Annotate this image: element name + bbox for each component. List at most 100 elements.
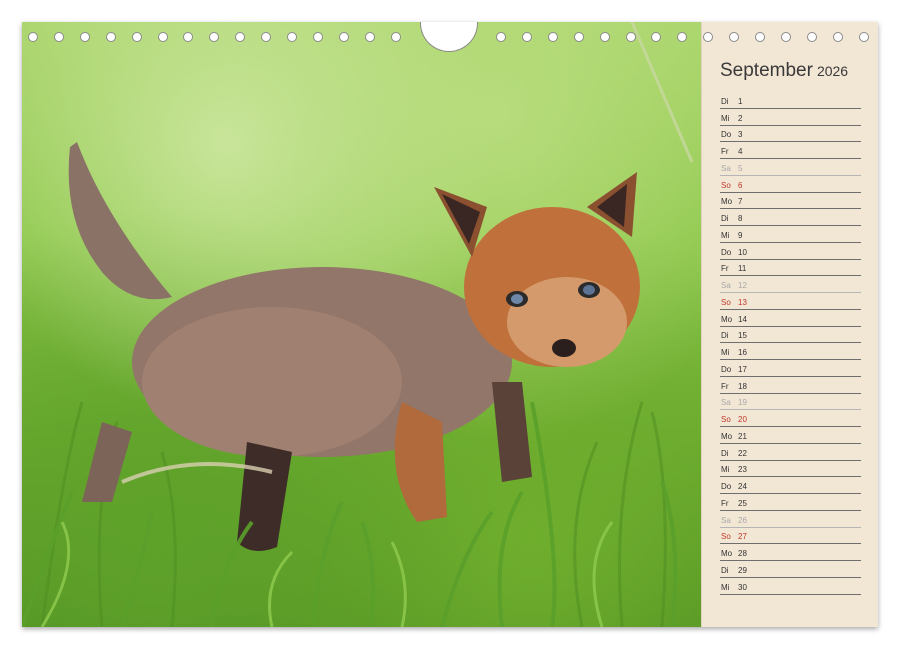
day-number: 29 — [738, 565, 747, 575]
binding-hole — [573, 32, 584, 42]
day-number: 30 — [738, 582, 747, 592]
day-number: 4 — [738, 147, 743, 156]
day-number: 25 — [738, 498, 747, 508]
day-number: 11 — [738, 264, 747, 274]
day-row: Mi 9 — [720, 226, 861, 243]
day-row: Di 22 — [720, 444, 861, 461]
binding-hole — [53, 32, 64, 42]
day-number: 27 — [738, 532, 747, 542]
wire-binding — [22, 22, 878, 52]
weekday-label: So — [721, 180, 731, 190]
binding-hole — [338, 32, 349, 42]
day-number: 13 — [738, 297, 747, 307]
day-row: So 13 — [720, 293, 861, 310]
day-row: Sa 5 — [720, 159, 861, 176]
day-number: 6 — [738, 180, 743, 190]
day-row: Mo 28 — [720, 544, 861, 561]
month-sidebar: September 2026 Di 1 Mi 2 Do 3 Fr 4 Sa 5 So 6 Mo 7 Di 8 Mi… — [701, 22, 878, 627]
binding-hole — [729, 32, 740, 42]
weekday-label: Do — [721, 247, 732, 257]
weekday-label: So — [721, 532, 731, 542]
weekday-label: Mo — [721, 197, 733, 207]
day-row: Mi 16 — [720, 343, 861, 360]
weekday-label: Di — [721, 448, 729, 458]
weekday-label: Mo — [721, 431, 733, 441]
day-row: Mo 14 — [720, 310, 861, 327]
day-number: 1 — [738, 96, 743, 106]
day-number: 24 — [738, 482, 747, 491]
weekday-label: Do — [721, 482, 732, 491]
weekday-label: Fr — [721, 147, 729, 156]
binding-hole — [209, 32, 220, 42]
day-row: So 27 — [720, 528, 861, 545]
day-row: Di 29 — [720, 561, 861, 578]
day-number: 26 — [738, 515, 747, 525]
binding-hole — [183, 32, 194, 42]
binding-hole — [131, 32, 142, 42]
day-number: 17 — [738, 364, 747, 374]
day-number: 23 — [738, 465, 747, 475]
weekday-label: Sa — [721, 281, 731, 290]
day-number: 16 — [738, 348, 747, 357]
weekday-label: Fr — [721, 264, 729, 274]
weekday-label: So — [721, 297, 731, 307]
calendar-page: September 2026 Di 1 Mi 2 Do 3 Fr 4 Sa 5 So 6 Mo 7 Di 8 Mi… — [22, 22, 878, 627]
binding-hole — [235, 32, 246, 42]
weekday-label: Mi — [721, 348, 730, 357]
binding-hole — [287, 32, 297, 42]
weekday-label: Sa — [721, 163, 731, 173]
day-row: Do 17 — [720, 360, 861, 377]
binding-hole — [157, 32, 168, 42]
day-row: Do 3 — [720, 126, 861, 143]
day-number: 5 — [738, 163, 743, 173]
binding-hole — [625, 32, 636, 42]
binding-hole — [496, 32, 506, 42]
month-name: September — [720, 60, 813, 81]
day-row: Do 24 — [720, 477, 861, 494]
day-number: 8 — [738, 214, 743, 223]
binding-hole — [858, 32, 869, 42]
day-number: 7 — [738, 197, 743, 207]
day-row: Mo 21 — [720, 427, 861, 444]
day-number: 12 — [738, 281, 747, 290]
weekday-label: Di — [721, 214, 729, 223]
day-number: 14 — [738, 314, 747, 324]
day-number: 15 — [738, 331, 747, 341]
binding-hole — [28, 32, 38, 42]
binding-hole — [703, 32, 714, 42]
day-row: Mi 2 — [720, 109, 861, 126]
binding-hole — [832, 32, 843, 42]
day-row: Do 10 — [720, 243, 861, 260]
binding-hole — [105, 32, 116, 42]
day-row: So 20 — [720, 410, 861, 427]
weekday-label: Di — [721, 96, 729, 106]
day-number: 28 — [738, 549, 747, 558]
binding-hole — [677, 32, 688, 42]
binding-hole — [521, 32, 532, 42]
day-number: 22 — [738, 448, 747, 458]
binding-hole — [261, 32, 272, 42]
weekday-label: Sa — [721, 398, 731, 408]
day-number: 3 — [738, 130, 743, 140]
weekday-label: Fr — [721, 498, 729, 508]
binding-hole — [651, 32, 662, 42]
day-row: Fr 11 — [720, 260, 861, 277]
month-title: September 2026 — [720, 60, 848, 82]
day-row: Di 15 — [720, 327, 861, 344]
year-label: 2026 — [816, 63, 849, 79]
day-row: Di 1 — [720, 92, 861, 109]
weekday-label: Do — [721, 130, 732, 140]
day-number: 21 — [738, 431, 747, 441]
weekday-label: Mo — [721, 314, 733, 324]
day-number: 9 — [738, 230, 743, 240]
binding-hole — [547, 32, 558, 42]
day-row: Di 8 — [720, 209, 861, 226]
day-row: Fr 4 — [720, 142, 861, 159]
day-row: Fr 25 — [720, 494, 861, 511]
weekday-label: Mi — [721, 582, 730, 592]
weekday-label: Di — [721, 331, 729, 341]
day-row: Fr 18 — [720, 377, 861, 394]
day-number: 20 — [738, 415, 747, 424]
day-row: Mi 23 — [720, 461, 861, 478]
fox-cub-illustration — [22, 22, 694, 627]
